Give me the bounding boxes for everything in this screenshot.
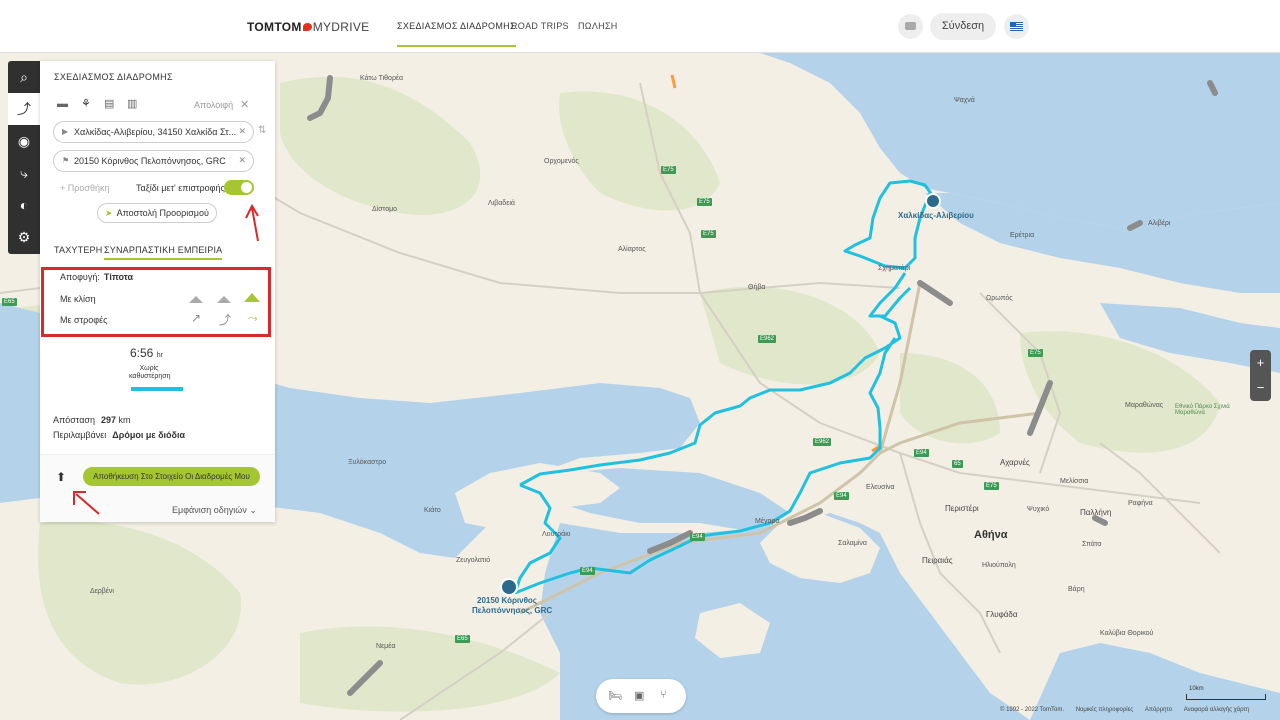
tomtom-logo[interactable]: TOMTOM MYDRIVE	[247, 20, 369, 34]
nav-sales[interactable]: ΠΩΛΗΣΗ	[578, 21, 618, 31]
nav-route-planning[interactable]: ΣΧΕΔΙΑΣΜΟΣ ΔΙΑΔΡΟΜΗΣ	[397, 21, 516, 47]
annotation-layer	[73, 203, 259, 515]
feedback-bubble-icon[interactable]	[898, 14, 923, 39]
top-bar: TOMTOM MYDRIVE ΣΧΕΔΙΑΣΜΟΣ ΔΙΑΔΡΟΜΗΣ ROAD …	[0, 0, 1280, 53]
brand-text: TOMTOM	[247, 20, 302, 34]
language-button[interactable]	[1004, 14, 1029, 39]
nav-road-trips[interactable]: ROAD TRIPS	[511, 21, 569, 31]
login-button[interactable]: Σύνδεση	[930, 13, 996, 40]
product-text: MYDRIVE	[312, 20, 370, 34]
logo-dot-icon	[302, 23, 312, 31]
greek-flag-icon	[1010, 22, 1023, 31]
